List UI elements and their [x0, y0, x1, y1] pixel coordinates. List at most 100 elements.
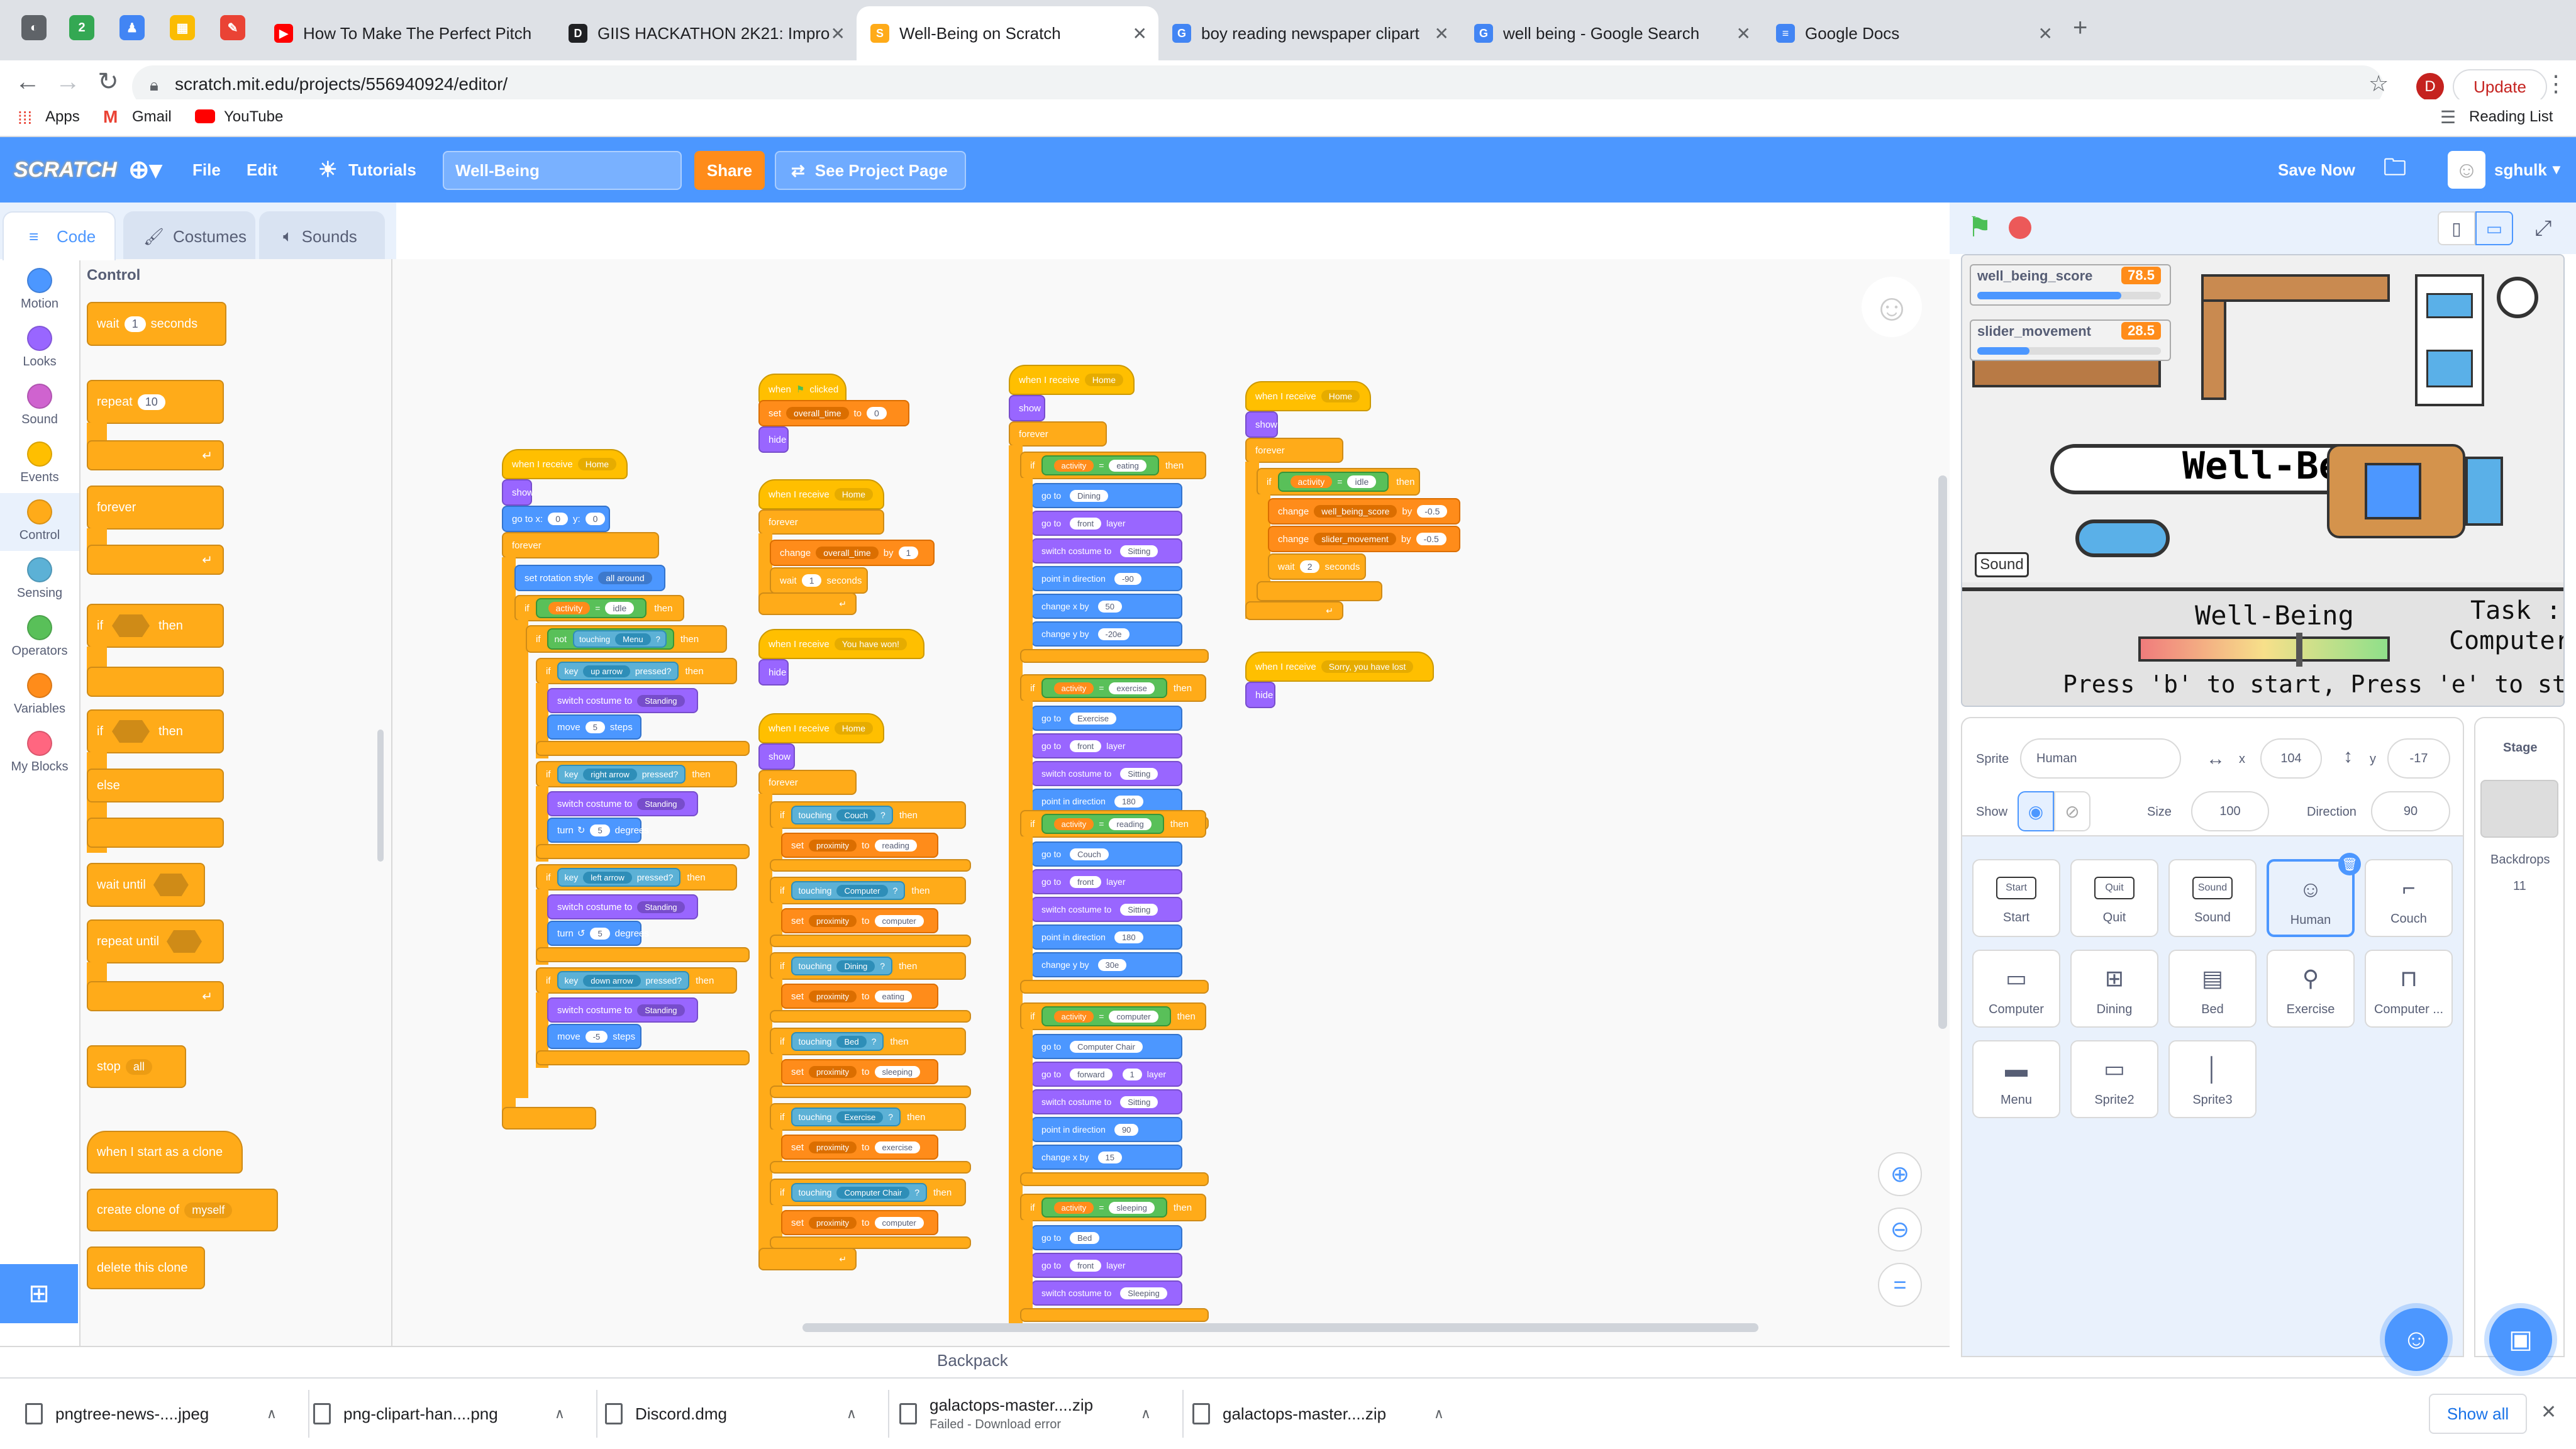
block-if[interactable]: if key right arrow pressed? then: [536, 761, 737, 787]
block-hide[interactable]: hide: [1245, 682, 1275, 708]
block-if[interactable]: if activity = reading then: [1020, 810, 1206, 838]
block-input[interactable]: left arrow: [583, 871, 632, 884]
sprite-tile[interactable]: ▭ Computer: [1972, 950, 2060, 1028]
block-input[interactable]: overall_time: [816, 547, 879, 559]
sprite-tile[interactable]: ▬ Menu: [1972, 1040, 2060, 1118]
block-input[interactable]: sleeping: [874, 1065, 920, 1078]
block-point-direction[interactable]: point in direction 90: [1031, 1117, 1182, 1142]
pinned-tab-icon[interactable]: 2: [69, 15, 94, 40]
block-goto-sprite[interactable]: go to Exercise: [1031, 706, 1182, 731]
block-input[interactable]: 1: [801, 574, 822, 587]
block-input[interactable]: Home: [834, 722, 874, 735]
bookmark-apps[interactable]: Apps: [45, 108, 80, 126]
project-title-input[interactable]: Well-Being: [443, 151, 682, 190]
block-input[interactable]: Standing: [637, 1004, 685, 1016]
script5-hat[interactable]: when I receive Home: [758, 713, 884, 743]
touching-sensor[interactable]: touching Computer?: [791, 881, 906, 900]
block-set-var[interactable]: set overall_time to 0: [758, 400, 909, 426]
monitor-slider-track[interactable]: [1977, 347, 2161, 355]
block-input[interactable]: Computer Chair: [1070, 1040, 1143, 1053]
block-input[interactable]: Dining: [836, 960, 875, 972]
block-switch-costume[interactable]: switch costume to Standing: [547, 688, 698, 713]
block-input[interactable]: proximity: [809, 1141, 857, 1153]
category-motion[interactable]: Motion: [0, 262, 79, 319]
palette-scrollbar[interactable]: [377, 730, 384, 862]
touching-sensor[interactable]: touching Menu?: [572, 630, 667, 648]
var-reporter[interactable]: activity: [1053, 818, 1094, 830]
block-forever[interactable]: forever: [87, 486, 224, 530]
equals-operator[interactable]: activity = exercise: [1041, 678, 1167, 698]
block-input[interactable]: 1: [1122, 1068, 1142, 1080]
block-input[interactable]: 10: [137, 394, 165, 410]
block-forever[interactable]: forever: [758, 770, 857, 795]
edit-menu[interactable]: Edit: [247, 137, 277, 203]
block-input[interactable]: 5: [590, 824, 610, 836]
sprite-tile[interactable]: ⊓ Computer ...: [2365, 950, 2453, 1028]
touching-sensor[interactable]: touching Couch?: [791, 806, 893, 824]
block-input[interactable]: Standing: [637, 694, 685, 707]
block-input[interactable]: proximity: [809, 839, 857, 852]
boolean-slot[interactable]: [166, 930, 202, 953]
block-input[interactable]: well_being_score: [1314, 505, 1397, 518]
add-sprite-button[interactable]: ☺: [2385, 1308, 2448, 1371]
large-stage-button[interactable]: ▭: [2475, 211, 2513, 245]
chevron-up-icon[interactable]: ∧: [1141, 1406, 1151, 1422]
delete-sprite-icon[interactable]: 🗑︎: [2338, 853, 2361, 875]
block-input[interactable]: Menu: [615, 633, 651, 645]
block-point-direction[interactable]: point in direction 180: [1031, 924, 1182, 950]
block-input[interactable]: slider_movement: [1314, 533, 1396, 545]
block-input[interactable]: 1: [898, 547, 919, 559]
block-go-front[interactable]: go to front layer: [1031, 1253, 1182, 1278]
block-input[interactable]: Standing: [637, 797, 685, 810]
block-if[interactable]: if touching Couch? then: [770, 801, 966, 829]
block-input[interactable]: 180: [1114, 931, 1143, 943]
block-input[interactable]: Dining: [1070, 489, 1108, 502]
block-if[interactable]: if key down arrow pressed? then: [536, 967, 737, 994]
equals-operator[interactable]: activity = computer: [1041, 1006, 1171, 1026]
block-input[interactable]: proximity: [809, 1216, 857, 1229]
block-input[interactable]: Sitting: [1120, 1096, 1158, 1108]
block-input[interactable]: Home: [1321, 390, 1360, 402]
tab-sounds[interactable]: 🔈︎ Sounds: [259, 211, 385, 260]
browser-tab[interactable]: ≡ Google Docs ✕: [1762, 6, 2064, 60]
close-tab-icon[interactable]: ✕: [831, 23, 845, 44]
block-input[interactable]: 0: [548, 513, 568, 525]
globe-icon[interactable]: ⊕▾: [128, 137, 162, 203]
block-if[interactable]: if activity = idle then: [1257, 468, 1420, 496]
block-delete-clone[interactable]: delete this clone: [87, 1246, 205, 1289]
block-if-else[interactable]: if then: [87, 709, 224, 753]
sprite-tile[interactable]: ⌐ Couch: [2365, 859, 2453, 937]
var-reporter[interactable]: activity: [1053, 1201, 1094, 1214]
block-input[interactable]: all around: [598, 572, 652, 584]
block-go-front[interactable]: go to front layer: [1031, 869, 1182, 894]
block-input[interactable]: idle: [605, 602, 635, 614]
key-pressed-sensor[interactable]: key left arrow pressed?: [557, 868, 681, 887]
block-set-var[interactable]: set proximity to sleeping: [781, 1059, 938, 1084]
block-input[interactable]: 30e: [1097, 958, 1127, 971]
block-input[interactable]: Home: [1084, 374, 1124, 386]
block-go-layer[interactable]: go to forward 1 layer: [1031, 1062, 1182, 1087]
url-text[interactable]: scratch.mit.edu/projects/556940924/edito…: [175, 74, 508, 94]
block-set-var[interactable]: set proximity to eating: [781, 984, 938, 1009]
block-input[interactable]: 50: [1097, 600, 1122, 613]
sprite-tile[interactable]: Start Start: [1972, 859, 2060, 937]
block-input[interactable]: up arrow: [583, 665, 630, 677]
block-if[interactable]: if activity = idle then: [514, 595, 684, 621]
category-control[interactable]: Control: [0, 493, 79, 551]
block-input[interactable]: Computer Chair: [836, 1186, 910, 1199]
block-input[interactable]: eating: [874, 990, 912, 1002]
hide-eye-icon[interactable]: ⊘: [2054, 791, 2090, 831]
block-input[interactable]: exercise: [874, 1141, 920, 1153]
block-stop[interactable]: stop all: [87, 1045, 186, 1088]
zoom-reset-button[interactable]: =: [1878, 1263, 1922, 1307]
equals-operator[interactable]: activity = sleeping: [1041, 1197, 1167, 1218]
key-pressed-sensor[interactable]: key up arrow pressed?: [557, 662, 679, 680]
direction-input[interactable]: 90: [2371, 791, 2450, 831]
block-if[interactable]: if touching Exercise? then: [770, 1103, 966, 1131]
block-set-var[interactable]: set proximity to computer: [781, 1210, 938, 1235]
block-move[interactable]: move 5 steps: [547, 714, 641, 740]
human-sprite[interactable]: [2365, 463, 2421, 519]
block-input[interactable]: reading: [1109, 818, 1152, 830]
sprite-name-input[interactable]: Human: [2020, 738, 2181, 779]
block-change-var[interactable]: change slider_movement by -0.5: [1268, 526, 1460, 552]
